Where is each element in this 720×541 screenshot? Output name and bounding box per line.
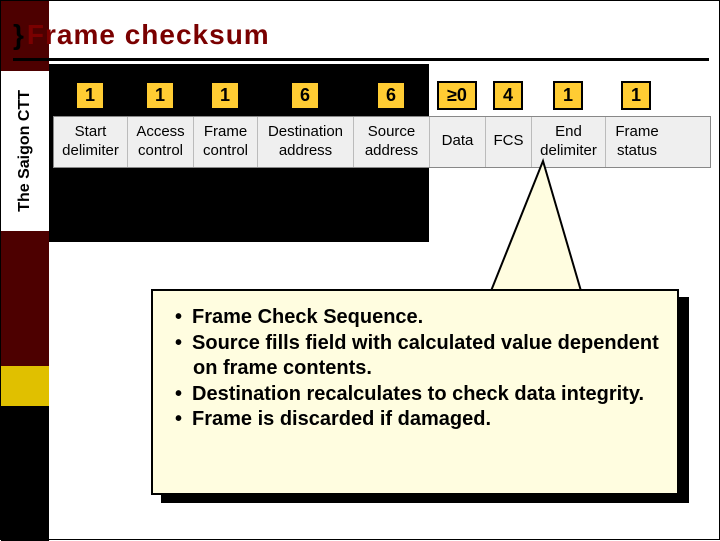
field-name-cell: Frame control xyxy=(194,117,258,167)
sidebar-segment xyxy=(1,366,49,406)
page-title: } Frame checksum xyxy=(13,11,709,61)
callout-bullet-list: Frame Check Sequence.Source fills field … xyxy=(169,305,661,433)
byte-count-cell-wrap: 1 xyxy=(531,81,605,110)
sidebar-label-wrap: The Saigon CTT xyxy=(1,71,49,231)
byte-count-cell: 6 xyxy=(290,81,320,110)
title-text: Frame checksum xyxy=(27,19,270,51)
callout-bullet: Source fills field with calculated value… xyxy=(169,331,661,382)
sidebar-label: The Saigon CTT xyxy=(16,90,34,212)
field-name-cell: Destination address xyxy=(258,117,354,167)
byte-count-cell-wrap: 1 xyxy=(193,81,257,110)
fcs-callout: Frame Check Sequence.Source fills field … xyxy=(151,181,696,511)
byte-count-cell: 1 xyxy=(621,81,651,110)
byte-count-row: 1 1 1 6 6 ≥0 4 1 1 xyxy=(53,81,711,110)
frame-structure-table: 1 1 1 6 6 ≥0 4 1 1 Start delimiterAccess control… xyxy=(53,81,711,168)
byte-count-cell: 1 xyxy=(553,81,583,110)
callout-bullet: Frame Check Sequence. xyxy=(169,305,661,331)
sidebar: The Saigon CTT xyxy=(1,1,49,541)
sidebar-segment xyxy=(1,231,49,366)
byte-count-cell: 1 xyxy=(75,81,105,110)
field-name-row: Start delimiterAccess controlFrame contr… xyxy=(53,116,711,168)
field-name-cell: Start delimiter xyxy=(54,117,128,167)
field-name-cell: Access control xyxy=(128,117,194,167)
field-name-cell: Data xyxy=(430,117,486,167)
byte-count-cell-wrap: 1 xyxy=(127,81,193,110)
field-name-cell: Frame status xyxy=(606,117,668,167)
callout-bullet: Frame is discarded if damaged. xyxy=(169,407,661,433)
field-name-cell: Source address xyxy=(354,117,430,167)
byte-count-cell-wrap: 1 xyxy=(605,81,667,110)
callout-bullet: Destination recalculates to check data i… xyxy=(169,382,661,408)
sidebar-segment xyxy=(1,406,49,541)
byte-count-cell: ≥0 xyxy=(437,81,477,110)
callout-box: Frame Check Sequence.Source fills field … xyxy=(151,289,679,495)
byte-count-cell-wrap: 6 xyxy=(257,81,353,110)
byte-count-cell: 1 xyxy=(145,81,175,110)
title-brace: } xyxy=(13,19,25,51)
field-name-cell: FCS xyxy=(486,117,532,167)
byte-count-cell-wrap: ≥0 xyxy=(429,81,485,110)
byte-count-cell: 4 xyxy=(493,81,523,110)
byte-count-cell-wrap: 1 xyxy=(53,81,127,110)
byte-count-cell: 1 xyxy=(210,81,240,110)
byte-count-cell: 6 xyxy=(376,81,406,110)
byte-count-cell-wrap: 4 xyxy=(485,81,531,110)
callout-arrow-icon xyxy=(481,161,601,301)
byte-count-cell-wrap: 6 xyxy=(353,81,429,110)
